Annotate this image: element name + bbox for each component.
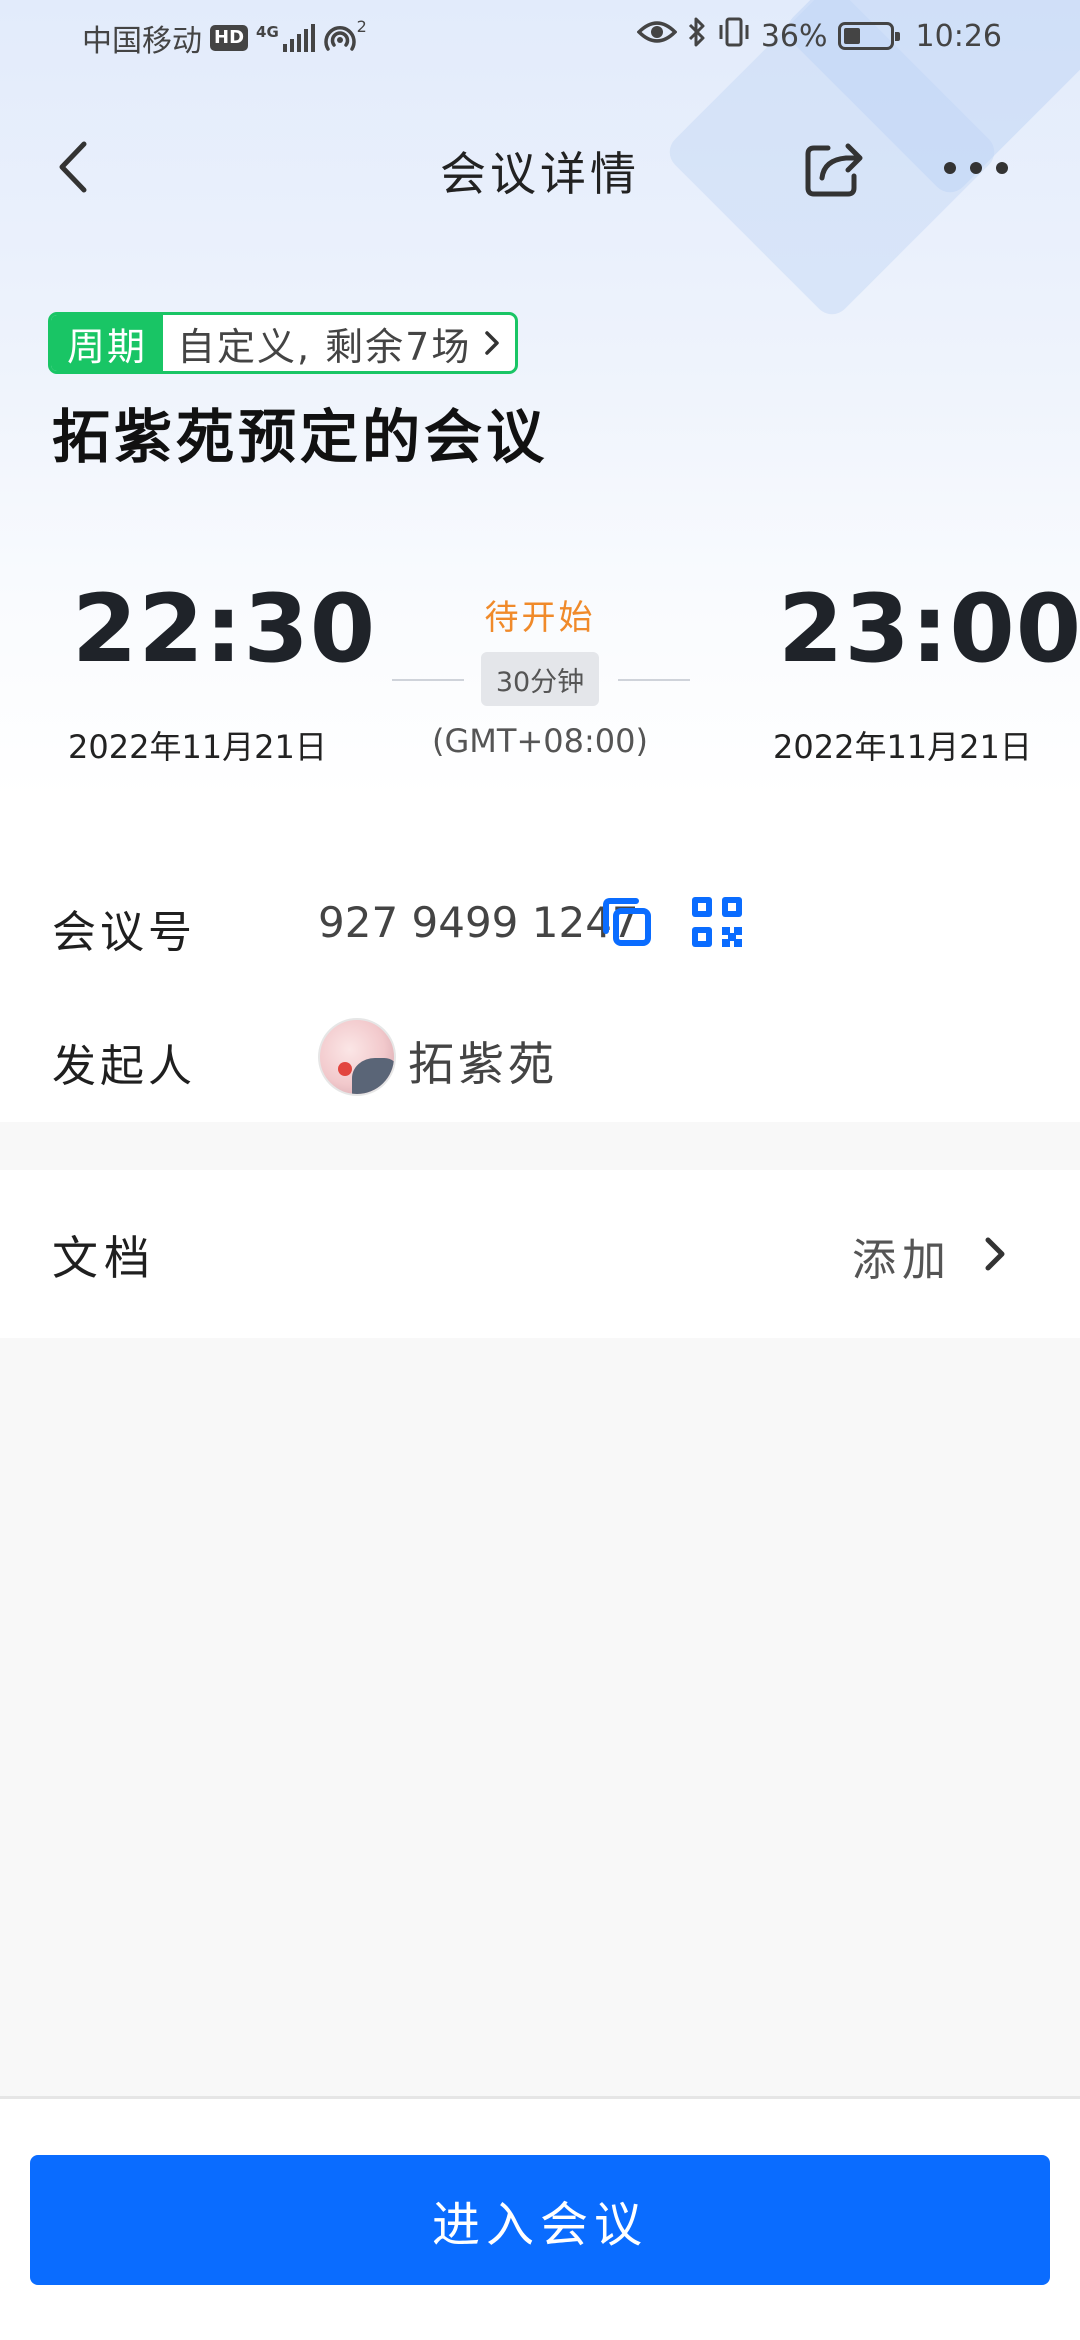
recurrence-badge: 周期 xyxy=(51,315,164,371)
avatar[interactable] xyxy=(318,1018,396,1096)
host-label: 发起人 xyxy=(52,1041,196,1092)
end-time: 23:00 xyxy=(778,575,1080,684)
status-bar: 中国移动 HD 4G 2 36% 10:26 xyxy=(0,0,1080,72)
documents-row[interactable]: 文档 添加 xyxy=(0,1170,1080,1338)
bluetooth-icon xyxy=(687,16,707,56)
join-meeting-button[interactable]: 进入会议 xyxy=(30,2155,1050,2285)
host-name: 拓紫苑 xyxy=(408,1037,558,1091)
signal-icon: 4G xyxy=(256,24,315,52)
hotspot-icon: 2 xyxy=(323,17,367,53)
share-icon[interactable] xyxy=(798,132,870,204)
copy-icon[interactable] xyxy=(600,895,656,951)
more-icon[interactable] xyxy=(940,132,1012,204)
carrier-name: 中国移动 xyxy=(82,24,202,59)
divider xyxy=(618,679,690,681)
end-date: 2022年11月21日 xyxy=(773,728,1032,766)
chevron-right-icon xyxy=(978,1230,1012,1278)
documents-label: 文档 xyxy=(52,1231,156,1285)
meeting-id-label: 会议号 xyxy=(52,907,196,958)
battery-percent: 36% xyxy=(760,18,828,54)
recurrence-text: 自定义, 剩余7场 xyxy=(177,324,472,369)
meeting-id: 927 9499 1247 xyxy=(318,898,639,947)
clock-time: 10:26 xyxy=(915,18,1002,54)
network-type: 4G xyxy=(256,23,279,41)
nav-bar: 会议详情 xyxy=(0,110,1080,220)
eye-icon xyxy=(636,18,678,54)
hotspot-count: 2 xyxy=(356,17,367,36)
battery-icon xyxy=(837,22,900,50)
start-time: 22:30 xyxy=(72,575,377,684)
page-title: 会议详情 xyxy=(440,147,640,201)
meeting-info-section: 会议号 927 9499 1247 发起人 拓紫苑 xyxy=(0,800,1080,1122)
hd-icon: HD xyxy=(210,25,249,51)
chevron-right-icon xyxy=(481,328,503,358)
timezone: (GMT+08:00) xyxy=(432,722,648,760)
bottom-action-bar: 进入会议 xyxy=(0,2096,1080,2340)
qr-code-icon[interactable] xyxy=(690,895,744,949)
start-date: 2022年11月21日 xyxy=(68,728,327,766)
recurrence-tag[interactable]: 周期 自定义, 剩余7场 xyxy=(48,312,519,374)
add-document-link[interactable]: 添加 xyxy=(852,1224,952,1288)
divider xyxy=(392,679,464,681)
meeting-title: 拓紫苑预定的会议 xyxy=(52,403,549,471)
vibrate-icon xyxy=(717,16,751,56)
meeting-status: 待开始 xyxy=(484,598,596,638)
duration-badge: 30分钟 xyxy=(481,652,599,706)
